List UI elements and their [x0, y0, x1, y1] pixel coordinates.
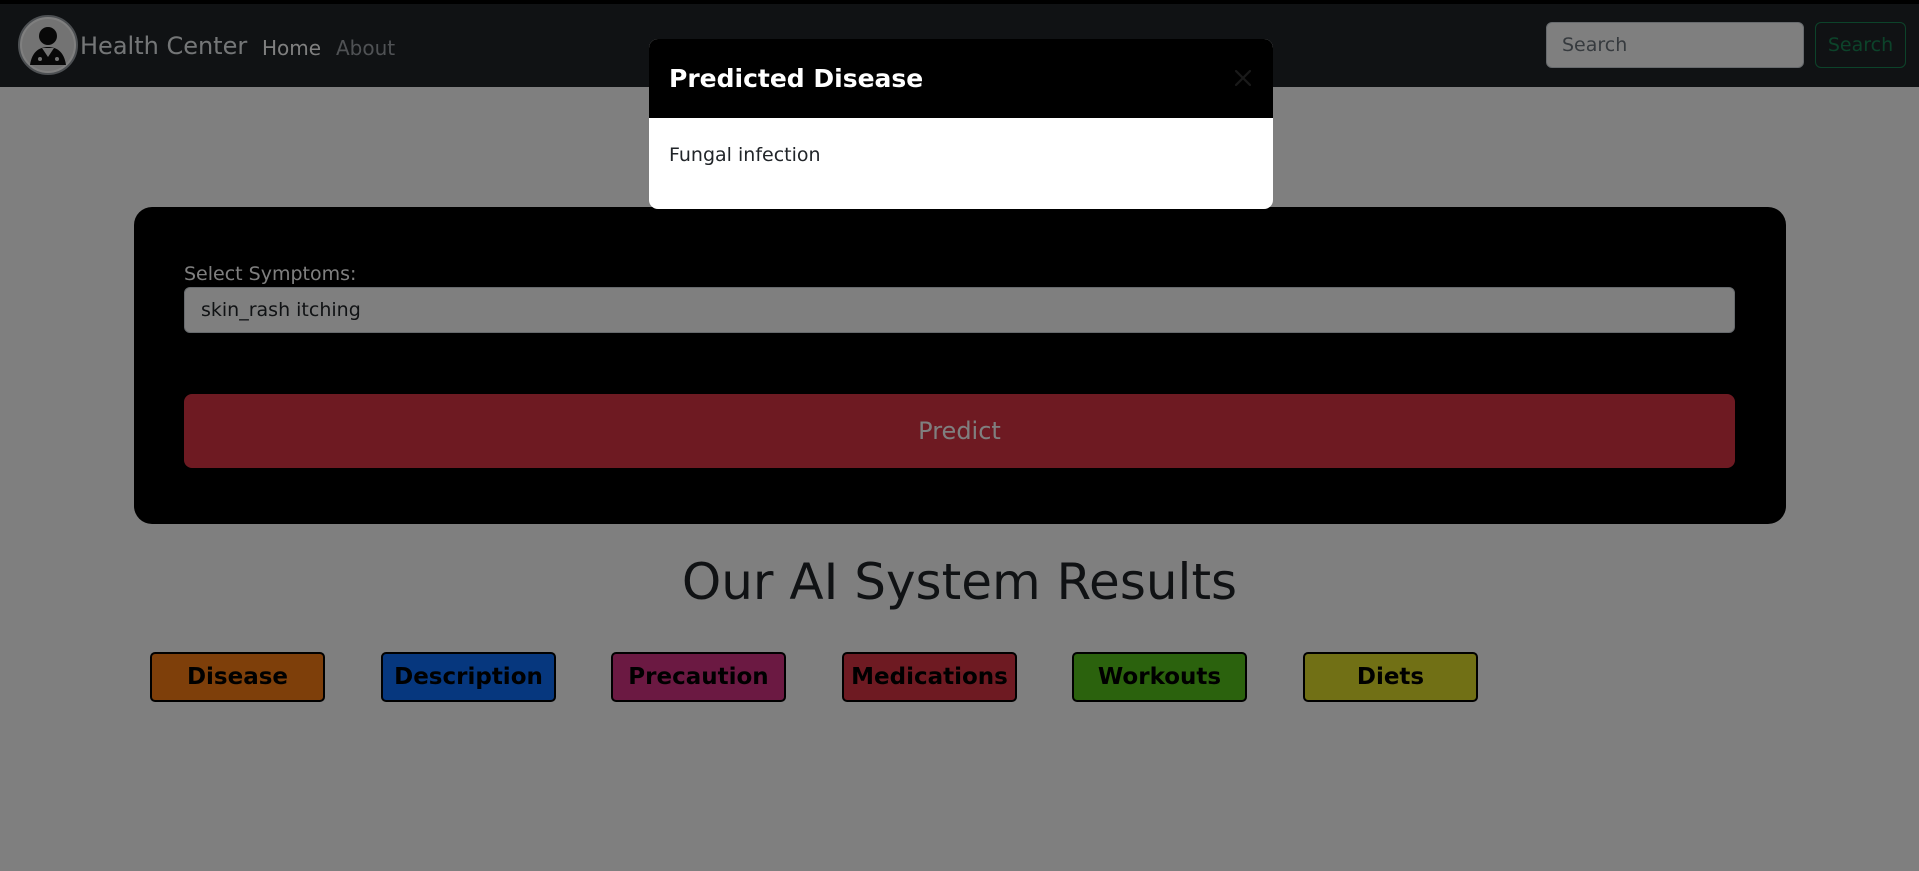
page: Health Center Home About Search Select S…	[0, 0, 1919, 871]
modal-header: Predicted Disease	[649, 39, 1273, 118]
close-icon[interactable]	[1231, 66, 1255, 90]
modal-title: Predicted Disease	[669, 64, 924, 93]
predicted-disease-modal: Predicted Disease Fungal infection	[649, 39, 1273, 209]
predicted-disease-text: Fungal infection	[669, 144, 821, 166]
